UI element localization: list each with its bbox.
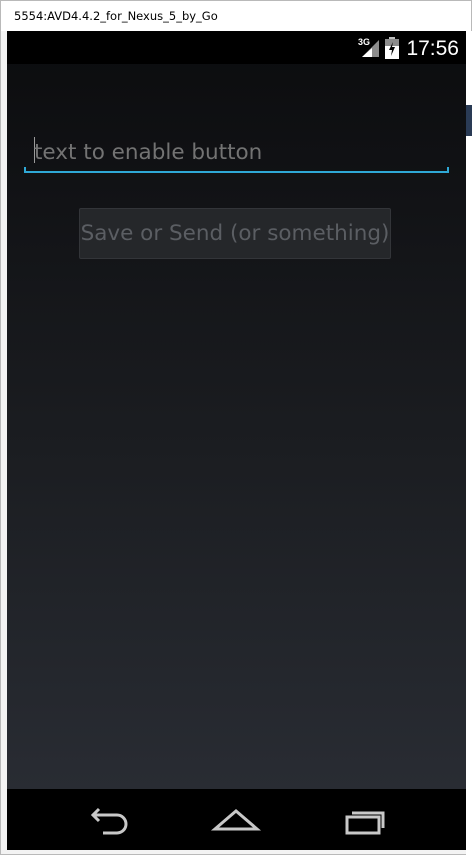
- window-title: 5554:AVD4.4.2_for_Nexus_5_by_Go: [14, 9, 218, 23]
- status-bar: 3G 17:56: [7, 31, 466, 64]
- background-desktop: [466, 31, 472, 856]
- emulator-window: 5554:AVD4.4.2_for_Nexus_5_by_Go 3G 17:56…: [0, 0, 472, 856]
- signal-icon: [362, 40, 379, 57]
- battery-icon: [385, 37, 399, 59]
- recents-icon[interactable]: [341, 803, 391, 839]
- window-titlebar[interactable]: 5554:AVD4.4.2_for_Nexus_5_by_Go: [1, 1, 471, 31]
- enable-text-input[interactable]: text to enable button: [24, 131, 449, 173]
- input-underline: [24, 171, 449, 173]
- input-hint: text to enable button: [34, 140, 263, 165]
- device-screen: 3G 17:56 text to enable button Save or S…: [7, 31, 466, 789]
- input-underline-tick-left: [24, 167, 26, 173]
- home-icon[interactable]: [210, 803, 262, 839]
- back-icon[interactable]: [83, 803, 133, 839]
- input-underline-tick-right: [447, 167, 449, 173]
- navigation-bar: [7, 789, 466, 850]
- save-send-button[interactable]: Save or Send (or something): [79, 208, 391, 259]
- status-clock: 17:56: [406, 37, 459, 60]
